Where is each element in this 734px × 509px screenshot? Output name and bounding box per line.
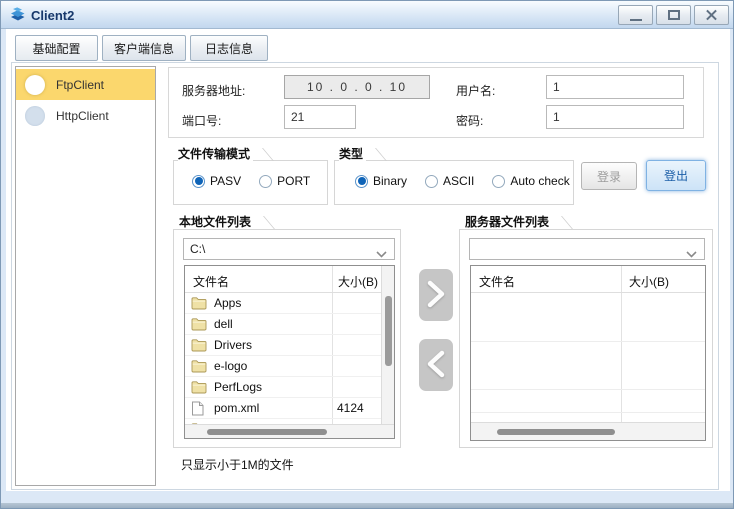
folder-icon: [191, 296, 208, 310]
server-address-input[interactable]: 10 . 0 . 0 . 10: [284, 75, 430, 99]
type-options: Binary ASCII Auto check: [355, 174, 588, 188]
local-files-legend: 本地文件列表: [179, 215, 254, 229]
login-button[interactable]: 登录: [581, 162, 637, 190]
folder-icon: [191, 380, 208, 394]
sidebar-item-label: FtpClient: [56, 78, 104, 92]
radio-label: Binary: [373, 174, 407, 188]
horizontal-scrollbar-thumb[interactable]: [497, 429, 615, 435]
horizontal-scrollbar-thumb[interactable]: [207, 429, 327, 435]
server-file-table: 文件名 大小(B): [470, 265, 706, 441]
arrow-left-icon: [425, 348, 447, 383]
sidebar-item[interactable]: HttpClient: [16, 100, 155, 131]
maximize-button[interactable]: [656, 5, 691, 25]
file-size: 4124: [337, 401, 364, 415]
local-col-size: 大小(B): [338, 273, 378, 290]
radio-option[interactable]: PASV: [192, 174, 241, 188]
file-icon: [191, 401, 208, 416]
download-button[interactable]: [419, 339, 453, 391]
radio-option[interactable]: PORT: [259, 174, 310, 188]
logout-button[interactable]: 登出: [646, 160, 706, 191]
sidebar-item[interactable]: FtpClient: [16, 69, 155, 100]
file-row[interactable]: Drivers: [185, 335, 382, 356]
horizontal-scrollbar[interactable]: [471, 422, 705, 440]
file-name: e-logo: [214, 359, 247, 373]
username-label: 用户名:: [456, 82, 495, 99]
tab-client-info[interactable]: 客户端信息: [102, 35, 186, 61]
type-legend: 类型: [339, 147, 366, 161]
server-address-label: 服务器地址:: [182, 82, 245, 99]
port-input[interactable]: 21: [284, 105, 356, 129]
local-path-value: C:\: [190, 242, 205, 256]
file-name: Drivers: [214, 338, 252, 352]
maximize-icon: [668, 10, 680, 20]
radio-option[interactable]: Auto check: [492, 174, 569, 188]
radio-icon[interactable]: [425, 175, 438, 188]
empty-row-line: [471, 389, 705, 390]
radio-label: ASCII: [443, 174, 474, 188]
file-row[interactable]: e-logo: [185, 356, 382, 377]
chevron-down-icon: [686, 247, 697, 261]
radio-icon[interactable]: [492, 175, 505, 188]
tab-basic-config[interactable]: 基础配置: [15, 35, 98, 61]
tab-log-info[interactable]: 日志信息: [190, 35, 268, 61]
empty-row-line: [471, 341, 705, 342]
transfer-mode-options: PASV PORT: [192, 174, 328, 188]
client-window: Client2 基础配置 客户端信息 日志信息 FtpClient HttpCl…: [0, 0, 734, 509]
minimize-icon: [630, 19, 642, 21]
titlebar[interactable]: Client2: [1, 1, 733, 29]
server-files-legend: 服务器文件列表: [465, 215, 552, 229]
server-file-rows: [471, 292, 706, 423]
radio-option[interactable]: ASCII: [425, 174, 474, 188]
upload-button[interactable]: [419, 269, 453, 321]
file-name: pom.xml: [214, 401, 259, 415]
file-name: dell: [214, 317, 233, 331]
transfer-mode-legend: 文件传输模式: [178, 147, 253, 161]
empty-row-line: [471, 412, 705, 413]
radio-icon[interactable]: [192, 175, 205, 188]
arrow-right-icon: [425, 278, 447, 313]
local-path-combobox[interactable]: C:\: [183, 238, 395, 260]
file-row[interactable]: PerfLogs: [185, 377, 382, 398]
local-col-filename: 文件名: [193, 273, 229, 290]
folder-icon: [191, 359, 208, 373]
port-label: 端口号:: [182, 112, 221, 129]
window-title: Client2: [31, 8, 74, 23]
password-input[interactable]: 1: [546, 105, 684, 129]
client-status-icon: [25, 106, 45, 126]
size-limit-note: 只显示小于1M的文件: [181, 456, 294, 473]
radio-label: PASV: [210, 174, 241, 188]
folder-icon: [191, 317, 208, 331]
server-col-filename: 文件名: [479, 273, 515, 290]
local-file-rows: Apps dell: [185, 292, 382, 426]
server-col-size: 大小(B): [629, 273, 669, 290]
file-name: Apps: [214, 296, 241, 310]
file-name: PerfLogs: [214, 380, 262, 394]
window-frame-bottom: [1, 503, 733, 508]
app-icon: [9, 6, 26, 28]
radio-label: PORT: [277, 174, 310, 188]
vertical-scrollbar-thumb[interactable]: [385, 296, 392, 366]
local-file-table: 文件名 大小(B) Apps: [184, 265, 395, 439]
radio-option[interactable]: Binary: [355, 174, 407, 188]
close-icon: [705, 9, 718, 22]
radio-icon[interactable]: [259, 175, 272, 188]
password-label: 密码:: [456, 112, 483, 129]
radio-icon[interactable]: [355, 175, 368, 188]
sidebar-item-label: HttpClient: [56, 109, 109, 123]
server-path-combobox[interactable]: [469, 238, 705, 260]
file-row[interactable]: pom.xml 4124: [185, 398, 382, 419]
minimize-button[interactable]: [618, 5, 653, 25]
folder-icon: [191, 338, 208, 352]
client-status-icon: [25, 75, 45, 95]
vertical-scrollbar[interactable]: [381, 266, 394, 424]
file-row[interactable]: Apps: [185, 293, 382, 314]
file-row[interactable]: dell: [185, 314, 382, 335]
close-button[interactable]: [694, 5, 729, 25]
chevron-down-icon: [376, 247, 387, 261]
client-type-list: FtpClient HttpClient: [15, 66, 156, 486]
username-input[interactable]: 1: [546, 75, 684, 99]
horizontal-scrollbar[interactable]: [185, 424, 394, 438]
radio-label: Auto check: [510, 174, 569, 188]
